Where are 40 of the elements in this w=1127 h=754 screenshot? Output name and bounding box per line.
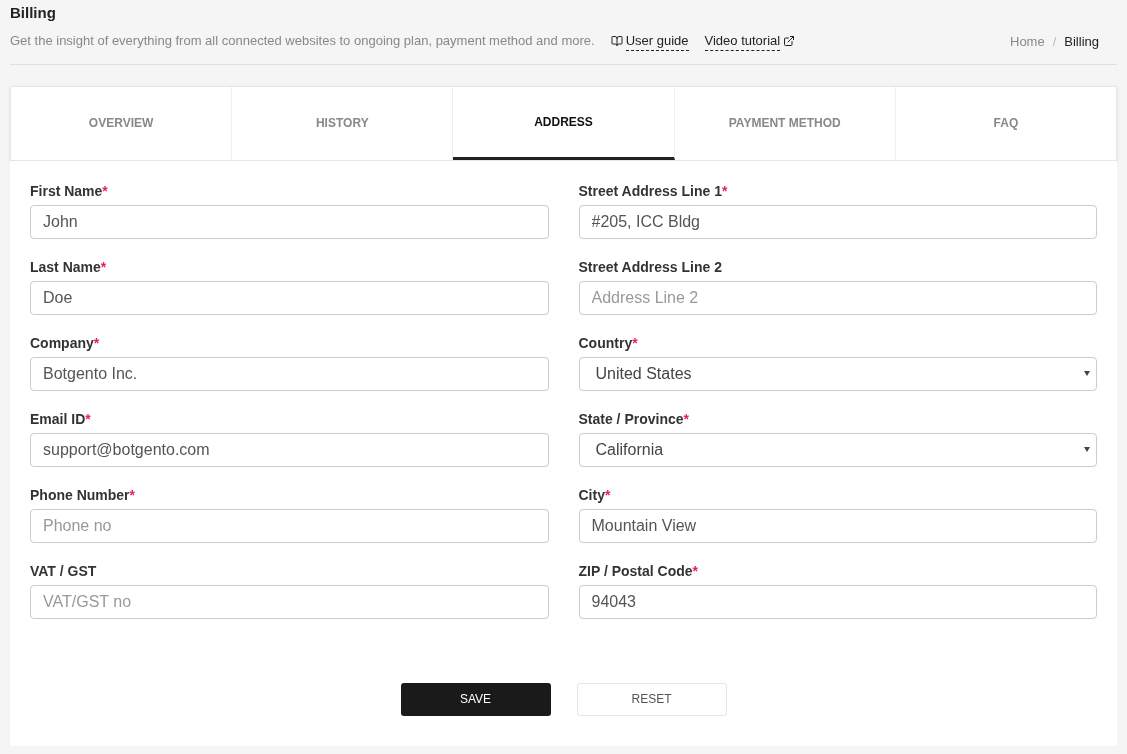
field-label: Country* [578,333,639,353]
field-label: Company* [30,333,101,353]
field-label: Last Name* [30,257,108,277]
breadcrumb-separator: / [1052,33,1057,51]
external-link-icon [783,34,796,47]
input-field[interactable]: Botgento Inc. [30,356,549,391]
field-label: Email ID* [30,409,92,429]
input-field[interactable]: Doe [30,280,549,315]
video-tutorial-link[interactable]: Video tutorial [704,30,796,51]
input-field[interactable]: VAT/GST no [30,584,549,619]
field-label: Phone Number* [30,485,137,505]
field-label: VAT / GST [30,561,98,581]
user-guide-link[interactable]: User guide [610,30,689,51]
field-label: First Name* [30,181,109,201]
input-field[interactable]: Mountain View [578,508,1097,543]
page-title: Billing [10,3,57,23]
field-label: City* [578,485,612,505]
input-field[interactable]: support@botgento.com [30,432,549,467]
input-field[interactable]: #205, ICC Bldg [578,204,1097,239]
dropdown-caret-icon [1084,447,1090,452]
page-subtitle: Get the insight of everything from all connected websites to ongoing plan, payment method and more. [10,32,595,50]
tab[interactable]: PAYMENT METHOD [674,86,896,160]
input-field[interactable]: 94043 [578,584,1097,619]
field-label: State / Province* [578,409,690,429]
tab[interactable]: OVERVIEW [11,86,233,160]
input-field[interactable]: Phone no [30,508,549,543]
reset-button[interactable]: RESET [576,682,727,716]
input-field[interactable]: Address Line 2 [578,280,1097,315]
dropdown-caret-icon [1084,371,1090,376]
select-field[interactable]: United States [578,356,1097,391]
save-button[interactable]: SAVE [400,682,551,716]
select-field[interactable]: California [578,432,1097,467]
field-label: Street Address Line 1* [578,181,729,201]
breadcrumb-item: Billing [1064,33,1099,51]
input-field[interactable]: John [30,204,549,239]
field-label: ZIP / Postal Code* [578,561,700,581]
book-icon [610,34,623,47]
tab[interactable]: HISTORY [232,86,454,160]
tab[interactable]: FAQ [895,86,1116,160]
field-label: Street Address Line 2 [578,257,723,277]
